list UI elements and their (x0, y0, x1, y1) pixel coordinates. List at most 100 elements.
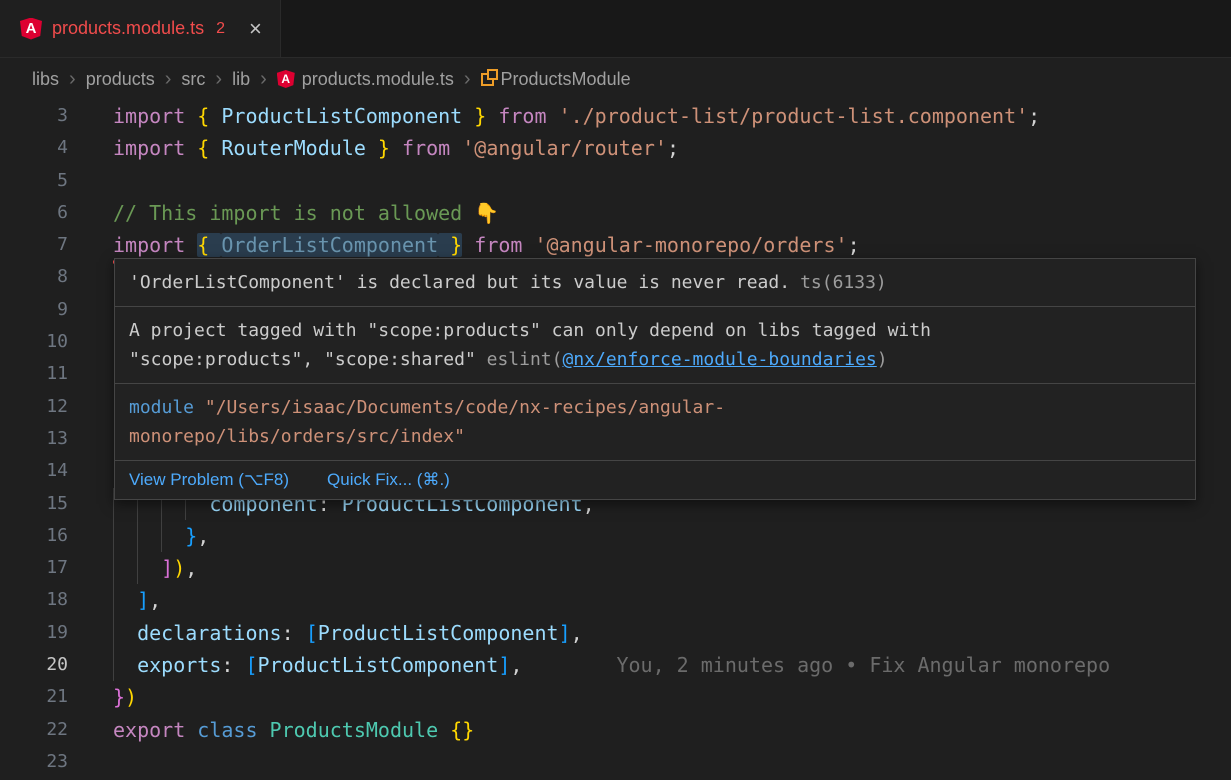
code-token: import (113, 233, 197, 257)
code-line-16[interactable]: 16 }, (0, 520, 1231, 552)
line-number[interactable]: 10 (0, 326, 68, 358)
code-token: ProductListComponent (221, 104, 462, 128)
quick-fix-action[interactable]: Quick Fix... (⌘.) (327, 470, 450, 490)
breadcrumb-item-productsmodule[interactable]: ProductsModule (481, 69, 631, 90)
tab-bar: A products.module.ts 2 × (0, 0, 1231, 58)
tab-products-module[interactable]: A products.module.ts 2 × (0, 0, 281, 57)
code-token: ) (125, 685, 137, 709)
line-number[interactable]: 6 (0, 197, 68, 229)
code-line-4[interactable]: 4 import { RouterModule } from '@angular/… (0, 132, 1231, 164)
blame-annotation: You, 2 minutes ago • Fix Angular monorep… (522, 653, 1110, 677)
code-token: ] (559, 621, 571, 645)
indent-guide (113, 649, 114, 681)
code-token: : (282, 621, 306, 645)
code-line-18[interactable]: 18 ], (0, 584, 1231, 616)
code-line-7[interactable]: 7 import { OrderListComponent } from '@an… (0, 229, 1231, 261)
breadcrumb-separator-icon: › (164, 69, 173, 89)
code-text: exports: [ProductListComponent],You, 2 m… (113, 649, 1231, 681)
line-number[interactable]: 16 (0, 520, 68, 552)
line-number[interactable]: 20 (0, 649, 68, 681)
line-number[interactable]: 5 (0, 165, 68, 197)
code-line-21[interactable]: 21}) (0, 681, 1231, 713)
angular-icon: A (20, 18, 42, 40)
code-line-19[interactable]: 19 declarations: [ProductListComponent], (0, 617, 1231, 649)
indent-guide (137, 520, 138, 552)
eslint-rule-link[interactable]: @nx/enforce-module-boundaries (562, 349, 876, 370)
code-text: ], (113, 584, 1231, 616)
breadcrumb-item-libs[interactable]: libs (32, 69, 59, 90)
indent-guide (137, 552, 138, 584)
code-token: RouterModule (221, 136, 366, 160)
indent-guide (113, 617, 114, 649)
hover-popup: 'OrderListComponent' is declared but its… (114, 258, 1196, 500)
code-token: , (149, 588, 161, 612)
code-token (113, 524, 185, 548)
line-number[interactable]: 14 (0, 455, 68, 487)
code-token: ] (137, 588, 149, 612)
code-token: from (486, 104, 558, 128)
line-number[interactable]: 8 (0, 261, 68, 293)
code-token: '@angular/router' (462, 136, 667, 160)
code-token: { (197, 104, 221, 128)
view-problem-action[interactable]: View Problem (⌥F8) (129, 470, 289, 490)
tab-title: products.module.ts (52, 18, 204, 39)
code-token: import (113, 136, 197, 160)
code-token (113, 653, 137, 677)
close-icon[interactable]: × (249, 18, 262, 40)
line-number[interactable]: 18 (0, 584, 68, 616)
error-squiggle-range: import { OrderListComponent } from '@ang… (113, 233, 860, 257)
code-line-17[interactable]: 17 ]), (0, 552, 1231, 584)
breadcrumb-separator-icon: › (259, 69, 268, 89)
code-text: import { RouterModule } from '@angular/r… (113, 132, 1231, 164)
line-number[interactable]: 22 (0, 714, 68, 746)
indent-guide (113, 520, 114, 552)
breadcrumb-label: libs (32, 69, 59, 90)
code-token: ] (161, 556, 173, 580)
breadcrumb-item-products[interactable]: products (86, 69, 155, 90)
line-number[interactable]: 3 (0, 100, 68, 132)
line-number[interactable]: 4 (0, 132, 68, 164)
code-token: { (197, 233, 221, 257)
line-number[interactable]: 12 (0, 391, 68, 423)
code-token: './product-list/product-list.component' (559, 104, 1029, 128)
breadcrumb-label: lib (232, 69, 250, 90)
breadcrumb-item-src[interactable]: src (181, 69, 205, 90)
breadcrumb-label: products.module.ts (302, 69, 454, 90)
breadcrumb-separator-icon: › (68, 69, 77, 89)
indent-guide (161, 520, 162, 552)
tab-problem-count-badge: 2 (216, 20, 225, 38)
breadcrumb-item-products-module-ts[interactable]: Aproducts.module.ts (277, 69, 454, 90)
indent-guide (113, 584, 114, 616)
line-number[interactable]: 11 (0, 358, 68, 390)
line-number[interactable]: 9 (0, 294, 68, 326)
code-token: '@angular-monorepo/orders' (534, 233, 847, 257)
code-token (113, 588, 137, 612)
code-line-6[interactable]: 6// This import is not allowed 👇 (0, 197, 1231, 229)
line-number[interactable]: 7 (0, 229, 68, 261)
breadcrumb-separator-icon: › (463, 69, 472, 89)
code-token (113, 621, 137, 645)
code-token: from (390, 136, 462, 160)
line-number[interactable]: 19 (0, 617, 68, 649)
eslint-message-line2: "scope:products", "scope:shared" eslint(… (129, 345, 1181, 374)
line-number[interactable]: 21 (0, 681, 68, 713)
code-line-5[interactable]: 5 (0, 165, 1231, 197)
code-token: ; (1028, 104, 1040, 128)
line-number[interactable]: 13 (0, 423, 68, 455)
line-number[interactable]: 15 (0, 488, 68, 520)
code-line-3[interactable]: 3import { ProductListComponent } from '.… (0, 100, 1231, 132)
editor[interactable]: 3import { ProductListComponent } from '.… (0, 100, 1231, 780)
code-token: exports (137, 653, 221, 677)
code-line-22[interactable]: 22export class ProductsModule {} (0, 714, 1231, 746)
breadcrumb-item-lib[interactable]: lib (232, 69, 250, 90)
line-number[interactable]: 17 (0, 552, 68, 584)
line-number[interactable]: 23 (0, 746, 68, 778)
code-line-20[interactable]: 20 exports: [ProductListComponent],You, … (0, 649, 1231, 681)
eslint-message-line1: A project tagged with "scope:products" c… (129, 316, 1181, 345)
breadcrumb-label: products (86, 69, 155, 90)
code-token: [ (306, 621, 318, 645)
code-token: ) (173, 556, 185, 580)
eslint-message-scopes: "scope:products", "scope:shared" (129, 349, 487, 370)
code-token: class (197, 718, 269, 742)
code-line-23[interactable]: 23 (0, 746, 1231, 778)
